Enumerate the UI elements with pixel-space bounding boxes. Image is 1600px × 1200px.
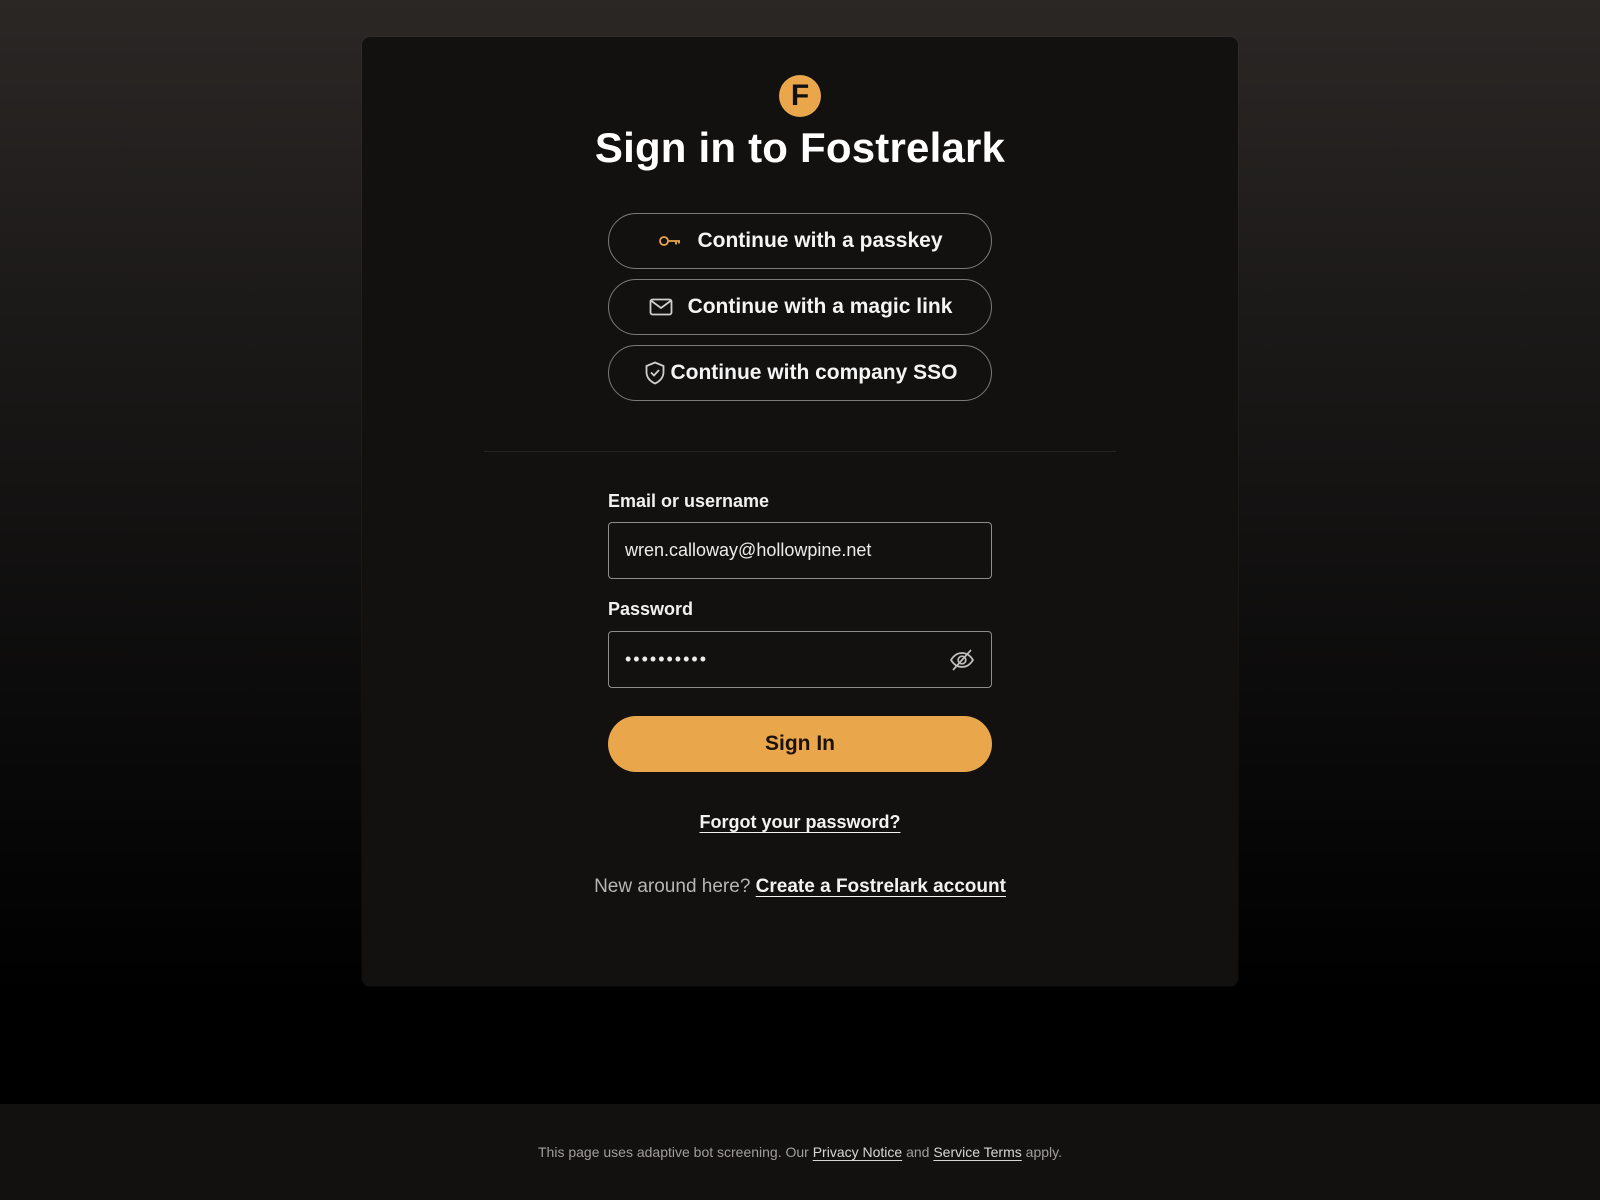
email-value: wren.calloway@hollowpine.net — [625, 540, 872, 560]
email-label: Email or username — [608, 491, 770, 511]
privacy-notice-link[interactable]: Privacy Notice — [813, 1144, 902, 1160]
section-divider — [484, 451, 1116, 452]
footer-prefix: This page uses adaptive bot screening. O… — [538, 1144, 809, 1160]
create-account-row: New around here? Create a Fostrelark acc… — [500, 876, 1100, 898]
new-account-prompt: New around here? — [594, 876, 751, 897]
password-label: Password — [608, 599, 694, 619]
passkey-button-label: Continue with a passkey — [697, 229, 943, 252]
page-title: Sign in to Fostrelark — [594, 124, 1006, 171]
footer: This page uses adaptive bot screening. O… — [0, 1104, 1600, 1200]
key-icon — [657, 228, 683, 254]
forgot-password-link[interactable]: Forgot your password? — [699, 812, 900, 832]
brand-logo-letter: F — [790, 79, 810, 112]
email-field[interactable]: wren.calloway@hollowpine.net — [608, 522, 992, 579]
eye-off-icon[interactable] — [949, 647, 975, 673]
sso-button-label: Continue with company SSO — [670, 361, 958, 384]
password-value: •••••••••• — [625, 649, 709, 669]
shield-check-icon — [642, 360, 668, 386]
password-field[interactable]: •••••••••• — [608, 631, 992, 688]
create-account-link[interactable]: Create a Fostrelark account — [756, 876, 1006, 897]
footer-suffix: apply. — [1025, 1144, 1062, 1160]
mail-icon — [648, 294, 674, 320]
brand-logo: F — [779, 75, 821, 117]
footer-and: and — [906, 1144, 930, 1160]
sign-in-button[interactable]: Sign In — [608, 716, 992, 772]
sso-button[interactable]: Continue with company SSO — [608, 345, 992, 401]
magic-link-button[interactable]: Continue with a magic link — [608, 279, 992, 335]
sign-in-card — [362, 37, 1238, 986]
passkey-button[interactable]: Continue with a passkey — [608, 213, 992, 269]
forgot-password-row: Forgot your password? — [600, 812, 1000, 833]
service-terms-link[interactable]: Service Terms — [933, 1144, 1021, 1160]
magic-link-button-label: Continue with a magic link — [687, 295, 953, 318]
